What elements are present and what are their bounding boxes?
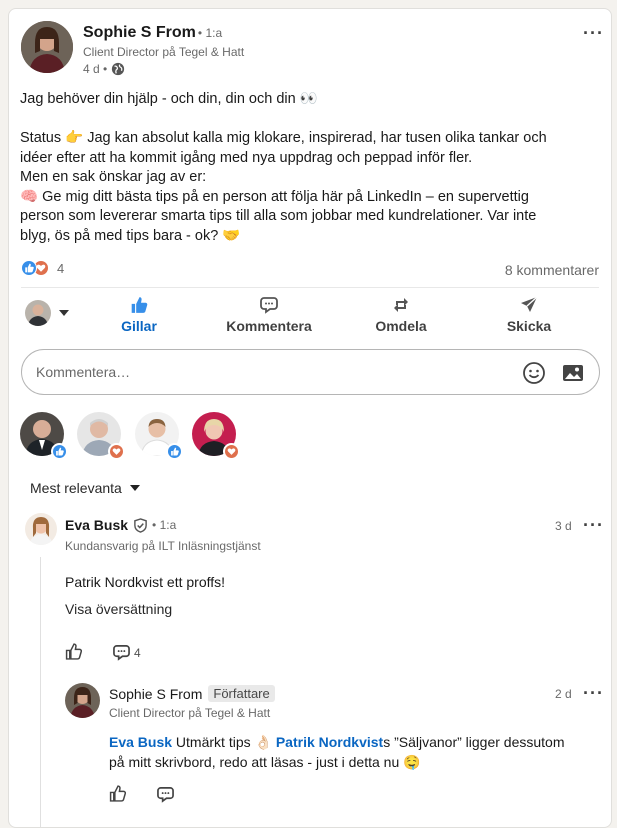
like-reaction-icon [21,260,37,276]
send-icon [520,296,538,318]
commenter-avatar[interactable] [25,513,57,545]
thread-line [40,557,41,827]
comment-box[interactable]: Kommentera… [21,349,600,395]
post-body: Jag behöver din hjälp - och din, din och… [20,90,600,246]
repost-button[interactable]: Omdela [355,296,447,334]
repost-label: Omdela [375,318,427,334]
reply-author-headline: Client Director på Tegel & Hatt [109,706,271,720]
globe-icon [111,62,125,76]
reactor-avatar[interactable] [135,412,183,460]
verified-icon [133,517,148,533]
image-icon[interactable] [561,361,585,385]
reactor-avatar[interactable] [192,412,240,460]
comment-age: 3 d [555,519,572,533]
post-age: 4 d • [83,62,108,76]
post-line: Status 👉 Jag kan absolut kalla mig kloka… [20,130,547,146]
caret-down-icon [58,309,70,317]
mention-link[interactable]: Patrik Nordkvist [276,734,383,750]
comment-text: Patrik Nordkvist ett proffs! [65,574,226,590]
comment-icon [113,644,130,661]
caret-down-icon [129,484,141,492]
comment-count[interactable]: 8 kommentarer [505,262,599,278]
actor-switcher[interactable] [25,300,70,326]
author-name[interactable]: Sophie S From [83,24,196,42]
thumbs-up-icon [130,296,148,318]
like-button[interactable]: Gillar [93,296,185,334]
like-badge-icon [51,443,68,460]
comment-icon [260,296,278,318]
comment-input[interactable]: Kommentera… [36,364,130,380]
post-line: person som levererar smarta tips till al… [20,208,537,224]
mention-link[interactable]: Patrik Nordkvist [65,574,163,590]
mention-link[interactable]: Eva Busk [109,734,172,750]
sort-label: Mest relevanta [30,480,122,496]
emoji-icon[interactable] [522,361,546,385]
reply-like-button[interactable] [109,785,126,802]
post-line: Men en sak önskar jag av er: [20,169,207,185]
reactor-avatar[interactable] [77,412,125,460]
like-label: Gillar [121,318,157,334]
reply-text: Eva Busk Utmärkt tips 👌🏻 Patrik Nordkvis… [109,732,609,772]
comment-button[interactable]: Kommentera [215,296,323,334]
post-line: Jag behöver din hjälp - och din, din och… [20,91,318,107]
divider [21,287,599,288]
connection-degree: • 1:a [152,518,177,532]
comment-icon [157,786,174,803]
translate-link[interactable]: Visa översättning [65,601,172,617]
more-options-icon[interactable]: ··· [583,23,604,44]
reactor-avatar[interactable] [20,412,68,460]
reply-author-name[interactable]: Sophie S From [109,686,202,702]
author-headline: Client Director på Tegel & Hatt [83,45,245,59]
post-line: idéer efter att ha kommit igång med nya … [20,149,473,166]
author-badge: Författare [208,685,275,702]
comment-reply-button[interactable]: 4 [113,644,141,661]
reply-author-avatar[interactable] [65,683,100,718]
like-badge-icon [166,443,183,460]
love-badge-icon [108,443,125,460]
thumbs-up-icon [65,643,82,660]
send-button[interactable]: Skicka [483,296,575,334]
comment-label: Kommentera [226,318,312,334]
reply-age: 2 d [555,687,572,701]
commenter-headline: Kundansvarig på ILT Inläsningstjänst [65,539,261,553]
reaction-count: 4 [57,260,65,276]
love-badge-icon [223,443,240,460]
reply-text-line: på mitt skrivbord, redo att läsas - just… [109,754,421,770]
repost-icon [392,296,410,318]
author-avatar[interactable] [21,21,73,73]
post-line: blyg, ös på med tips bara - ok? 🤝 [20,227,241,244]
actor-avatar [25,300,51,326]
reply-count: 4 [134,645,141,660]
commenter-name[interactable]: Eva Busk [65,517,128,533]
reaction-summary[interactable]: 4 [21,260,64,276]
post-line: 🧠 Ge mig ditt bästa tips på en person at… [20,188,529,205]
reply-reply-button[interactable] [157,786,174,803]
thumbs-up-icon [109,785,126,802]
comment-options-icon[interactable]: ··· [583,515,604,536]
connection-degree: • 1:a [197,26,223,40]
reply-options-icon[interactable]: ··· [583,683,604,704]
send-label: Skicka [506,318,552,334]
post-line [20,110,600,130]
comment-like-button[interactable] [65,643,82,660]
post-card: Sophie S From • 1:a Client Director på T… [8,8,612,828]
sort-dropdown[interactable]: Mest relevanta [30,480,141,496]
